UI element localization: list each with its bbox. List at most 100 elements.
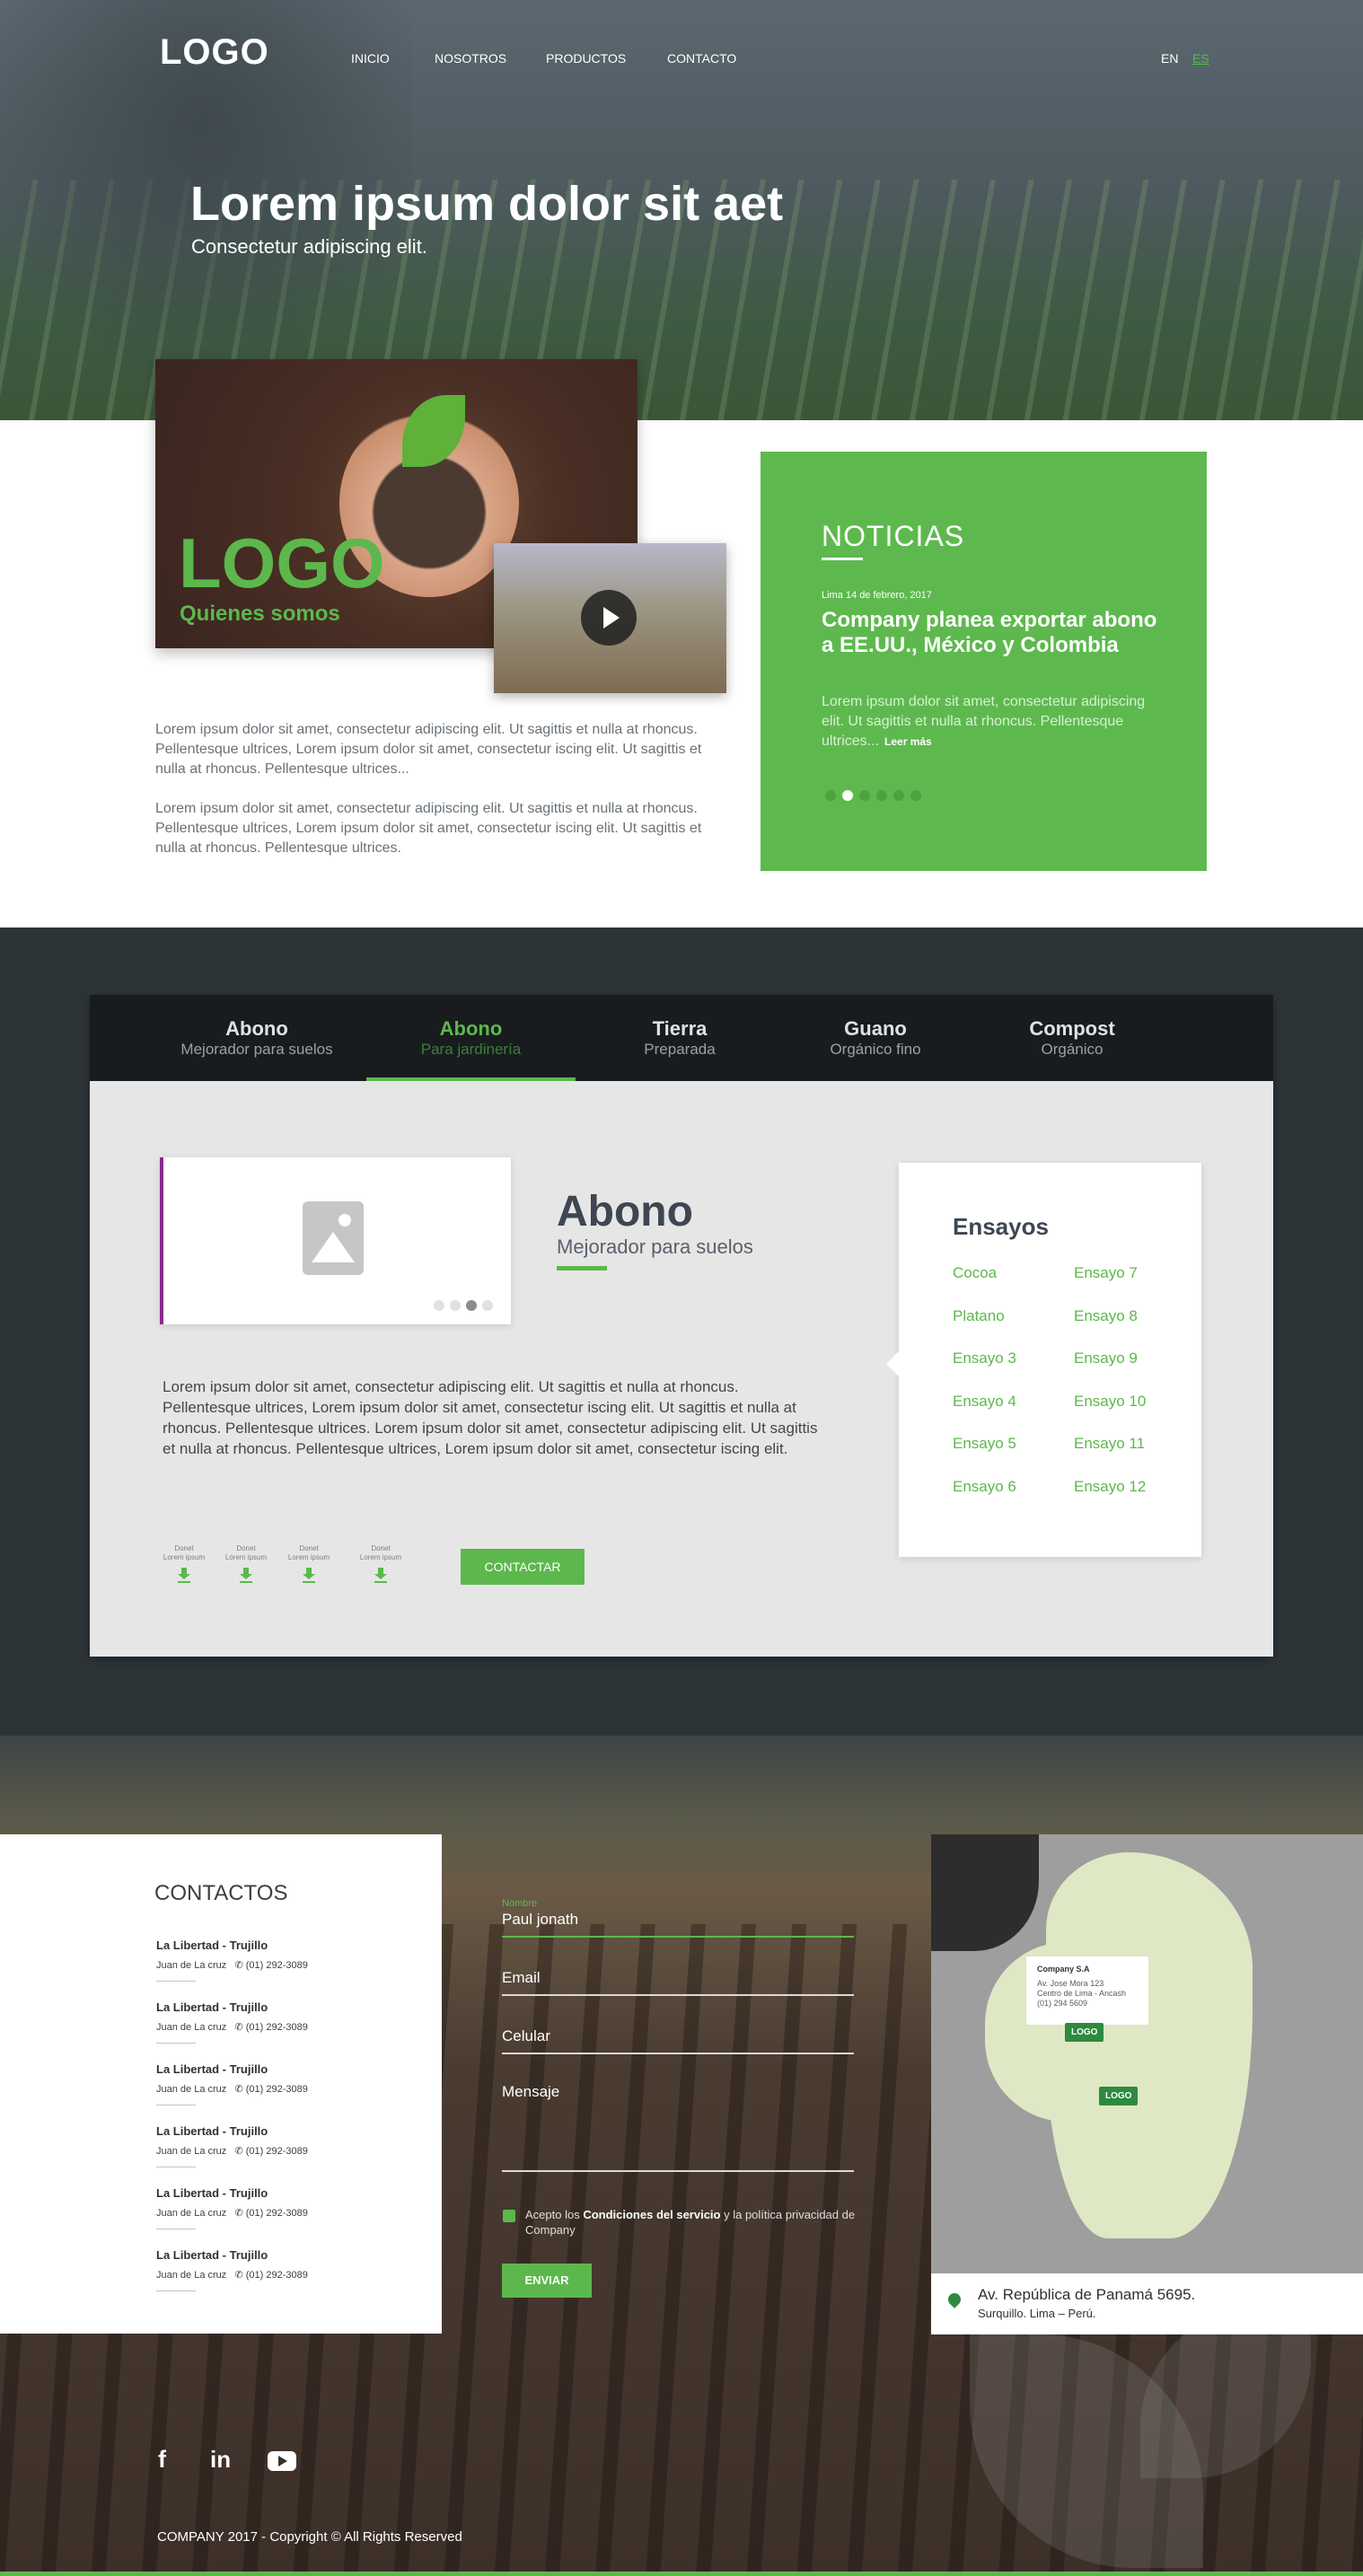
email-field[interactable]: Email: [502, 1969, 854, 1996]
send-button[interactable]: ENVIAR: [502, 2264, 592, 2298]
play-icon[interactable]: [581, 590, 637, 646]
tab-title: Abono: [439, 1017, 503, 1040]
facebook-icon[interactable]: f: [158, 2446, 166, 2474]
download-item[interactable]: Donet Lorem ipsum: [163, 1544, 206, 1583]
ensayo-link[interactable]: Ensayo 10: [1074, 1393, 1146, 1411]
tab-guano[interactable]: Guano Orgánico fino: [786, 995, 965, 1081]
office-phone[interactable]: (01) 292-3089: [246, 2270, 308, 2281]
office-phone[interactable]: (01) 292-3089: [246, 2022, 308, 2033]
about-subtitle: Quienes somos: [180, 602, 340, 626]
office-divider: [156, 2290, 196, 2291]
office-divider: [156, 2043, 196, 2044]
name-field[interactable]: Paul jonath: [502, 1911, 854, 1938]
hero-title: Lorem ipsum dolor sit aet: [190, 177, 784, 231]
map-pin[interactable]: LOGO: [1065, 2023, 1104, 2042]
ensayo-link[interactable]: Ensayo 12: [1074, 1478, 1146, 1496]
linkedin-icon[interactable]: in: [210, 2446, 231, 2474]
site-logo[interactable]: LOGO: [160, 32, 269, 73]
news-text: Lorem ipsum dolor sit amet, consectetur …: [822, 694, 1146, 749]
phone-icon: ✆: [234, 2146, 243, 2157]
download-line2: Lorem ipsum: [287, 1553, 330, 1561]
download-item[interactable]: Donet Lorem ipsum: [224, 1544, 268, 1583]
download-icon[interactable]: [374, 1568, 387, 1583]
product-subtitle: Mejorador para suelos: [557, 1235, 753, 1258]
ensayo-link[interactable]: Ensayo 7: [1074, 1264, 1138, 1282]
popup-line: (01) 294 5609: [1037, 1999, 1088, 2008]
download-icon[interactable]: [240, 1568, 252, 1583]
nav-inicio[interactable]: INICIO: [351, 51, 390, 66]
news-divider: [822, 558, 863, 560]
ensayo-link[interactable]: Ensayo 4: [953, 1393, 1016, 1411]
office-city: La Libertad - Trujillo: [156, 1939, 268, 1952]
terms-link[interactable]: Condiciones del servicio: [583, 2208, 720, 2221]
gallery-dot[interactable]: [466, 1300, 477, 1311]
download-icon[interactable]: [178, 1568, 190, 1583]
office-name: Juan de La cruz: [156, 2022, 227, 2033]
office-phone[interactable]: (01) 292-3089: [246, 2208, 308, 2219]
slider-dot[interactable]: [876, 790, 887, 801]
office-phone[interactable]: (01) 292-3089: [246, 2084, 308, 2095]
lang-en[interactable]: EN: [1161, 51, 1178, 66]
gallery-dot[interactable]: [434, 1300, 444, 1311]
download-item[interactable]: Donet Lorem ipsum: [359, 1544, 402, 1583]
products-panel: Abono Mejorador para suelos Abono Para jar…: [90, 995, 1273, 1657]
office-phone[interactable]: (01) 292-3089: [246, 2146, 308, 2157]
news-title[interactable]: Company planea exportar abono a EE.UU., …: [822, 608, 1163, 658]
phone-icon: ✆: [234, 2270, 243, 2281]
tab-abono-jardineria[interactable]: Abono Para jardinería: [366, 995, 576, 1081]
video-thumbnail[interactable]: [494, 543, 726, 693]
office-phone[interactable]: (01) 292-3089: [246, 1960, 308, 1971]
active-tab-indicator: [366, 1077, 576, 1081]
tab-tierra[interactable]: Tierra Preparada: [590, 995, 769, 1081]
ensayo-link[interactable]: Ensayo 11: [1074, 1435, 1145, 1453]
product-divider: [557, 1266, 607, 1270]
slider-dot[interactable]: [893, 790, 904, 801]
terms-text: Acepto los Condiciones del servicio y la…: [525, 2207, 857, 2238]
news-heading: NOTICIAS: [822, 520, 965, 552]
nav-productos[interactable]: PRODUCTOS: [546, 51, 626, 66]
nav-contacto[interactable]: CONTACTO: [667, 51, 736, 66]
location-map[interactable]: Company S.A Av. Jose Mora 123 Centro de …: [931, 1834, 1363, 2334]
phone-field[interactable]: Celular: [502, 2027, 854, 2054]
ensayo-link[interactable]: Ensayo 3: [953, 1350, 1016, 1367]
nav-nosotros[interactable]: NOSOTROS: [435, 51, 506, 66]
product-description: Lorem ipsum dolor sit amet, consectetur …: [163, 1378, 818, 1457]
download-line1: Donet: [371, 1544, 391, 1552]
terms-checkbox[interactable]: [503, 2210, 515, 2222]
tab-compost[interactable]: Compost Orgánico: [982, 995, 1162, 1081]
product-gallery[interactable]: [160, 1157, 511, 1324]
ensayo-link[interactable]: Ensayo 5: [953, 1435, 1016, 1453]
office-item: La Libertad - Trujillo Juan de La cruz ✆ …: [156, 2124, 308, 2167]
ensayos-panel: Ensayos Cocoa Ensayo 7 Platano Ensayo 8 …: [886, 1163, 1201, 1557]
lang-es[interactable]: ES: [1192, 51, 1209, 66]
message-field[interactable]: Mensaje: [502, 2083, 854, 2172]
slider-dot[interactable]: [842, 790, 853, 801]
tab-abono-suelos[interactable]: Abono Mejorador para suelos: [160, 995, 354, 1081]
gallery-dot[interactable]: [450, 1300, 461, 1311]
ensayo-link[interactable]: Platano: [953, 1307, 1005, 1325]
youtube-icon[interactable]: [268, 2451, 296, 2471]
tab-title: Guano: [844, 1017, 907, 1040]
download-line2: Lorem ipsum: [359, 1553, 402, 1561]
phone-icon: ✆: [234, 2022, 243, 2033]
ensayo-link[interactable]: Ensayo 6: [953, 1478, 1016, 1496]
download-line1: Donet: [174, 1544, 194, 1552]
slider-dot[interactable]: [825, 790, 836, 801]
gallery-dot[interactable]: [482, 1300, 493, 1311]
ensayo-link[interactable]: Cocoa: [953, 1264, 997, 1282]
office-name: Juan de La cruz: [156, 2084, 227, 2095]
download-item[interactable]: Donet Lorem ipsum: [287, 1544, 330, 1583]
product-tabs: Abono Mejorador para suelos Abono Para jar…: [90, 995, 1273, 1081]
read-more-link[interactable]: Leer más: [884, 735, 932, 748]
map-pin[interactable]: LOGO: [1099, 2087, 1139, 2106]
map-popup: Company S.A Av. Jose Mora 123 Centro de …: [1026, 1956, 1148, 2025]
contact-button[interactable]: CONTACTAR: [461, 1549, 585, 1585]
download-icon[interactable]: [303, 1568, 315, 1583]
ensayo-link[interactable]: Ensayo 9: [1074, 1350, 1138, 1367]
slider-dot[interactable]: [859, 790, 870, 801]
office-city: La Libertad - Trujillo: [156, 2000, 268, 2014]
ensayo-link[interactable]: Ensayo 8: [1074, 1307, 1138, 1325]
address-line2: Surquillo. Lima – Perú.: [978, 2307, 1096, 2320]
slider-dot[interactable]: [910, 790, 921, 801]
name-label: Nombre: [502, 1898, 538, 1909]
